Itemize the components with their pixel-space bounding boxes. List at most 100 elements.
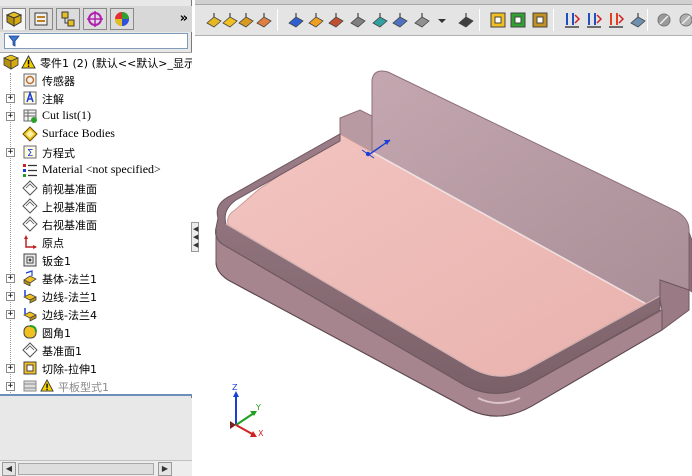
origin-icon bbox=[24, 235, 37, 249]
insert-bends-icon[interactable] bbox=[677, 11, 692, 29]
panel-tab-bar: » bbox=[0, 6, 192, 32]
hem-icon[interactable] bbox=[327, 11, 345, 29]
plane-icon bbox=[22, 342, 38, 358]
reference-triad: Z Y X bbox=[222, 383, 272, 439]
expand-toggle[interactable]: + bbox=[6, 364, 15, 373]
y-axis-label: Y bbox=[256, 403, 261, 412]
tree-item[interactable]: 原点 bbox=[0, 233, 192, 251]
extruded-cut-icon[interactable] bbox=[489, 11, 507, 29]
x-axis-label: X bbox=[258, 429, 264, 438]
sheet-metal-icon bbox=[23, 253, 37, 267]
vent-icon[interactable] bbox=[531, 11, 549, 29]
dimxpert-icon bbox=[87, 11, 103, 27]
miter-flange-icon[interactable] bbox=[307, 11, 325, 29]
propertymanager-tab[interactable] bbox=[29, 8, 53, 30]
featuremanager-icon bbox=[5, 11, 23, 27]
tree-item-label: Surface Bodies bbox=[42, 126, 115, 140]
tree-item-label: 注解 bbox=[42, 93, 64, 106]
feature-manager-panel: » 零件1 (2) (默认<<默认>_显示 传感器 + 注解 + Cut list(1)… bbox=[0, 0, 192, 476]
tree-filter-input[interactable] bbox=[4, 33, 188, 49]
expand-toggle[interactable]: + bbox=[6, 112, 15, 121]
horizontal-scrollbar[interactable]: ◀ ▶ bbox=[0, 460, 192, 476]
sheet-metal-tray-model[interactable] bbox=[200, 37, 692, 476]
edge-flange-icon bbox=[23, 308, 37, 322]
tree-root-part[interactable]: 零件1 (2) (默认<<默认>_显示 bbox=[0, 53, 192, 71]
tree-item[interactable]: Surface Bodies bbox=[0, 125, 192, 143]
tree-item[interactable]: 圆角1 bbox=[0, 323, 192, 341]
rip-icon[interactable] bbox=[655, 11, 673, 29]
panel-collapse-handle[interactable]: ◀ ◀ ◀ bbox=[191, 222, 199, 252]
tree-item[interactable]: 传感器 bbox=[0, 71, 192, 89]
warning-icon bbox=[21, 55, 36, 69]
more-tabs-button[interactable]: » bbox=[180, 11, 188, 26]
forming-tool-icon[interactable] bbox=[457, 11, 475, 29]
display-manager-tab[interactable] bbox=[110, 8, 134, 30]
unfold-icon[interactable] bbox=[563, 11, 581, 29]
no-bends-icon[interactable] bbox=[629, 11, 647, 29]
cross-break-icon[interactable] bbox=[391, 11, 409, 29]
tree-item-label: 前视基准面 bbox=[42, 183, 97, 196]
dimxpert-tab[interactable] bbox=[83, 8, 107, 30]
lofted-bend-icon[interactable] bbox=[255, 11, 273, 29]
tree-item-label: 边线-法兰4 bbox=[42, 309, 97, 322]
tree-item[interactable]: Material <not specified> bbox=[0, 161, 192, 179]
expand-toggle[interactable]: + bbox=[6, 382, 15, 391]
tree-item-label: 基准面1 bbox=[42, 345, 82, 358]
scroll-right-icon[interactable]: ▶ bbox=[158, 462, 172, 476]
tree-item[interactable]: 前视基准面 bbox=[0, 179, 192, 197]
configurationmanager-icon bbox=[61, 11, 75, 27]
flatten-icon[interactable] bbox=[607, 11, 625, 29]
jog-icon[interactable] bbox=[349, 11, 367, 29]
simple-hole-icon[interactable] bbox=[509, 11, 527, 29]
edge-flange-icon[interactable] bbox=[287, 11, 305, 29]
tree-item-label: Material <not specified> bbox=[42, 162, 161, 176]
tree-item-label: 原点 bbox=[42, 237, 64, 250]
cut-extrude-icon bbox=[23, 361, 37, 375]
tree-item-label: 边线-法兰1 bbox=[42, 291, 97, 304]
scroll-thumb[interactable] bbox=[18, 463, 154, 475]
tree-item-label: 圆角1 bbox=[42, 327, 71, 340]
sketched-bend-icon[interactable] bbox=[371, 11, 389, 29]
tree-item-label: 右视基准面 bbox=[42, 219, 97, 232]
feature-tree: 零件1 (2) (默认<<默认>_显示 传感器 + 注解 + Cut list(1) Su… bbox=[0, 52, 192, 396]
fold-icon[interactable] bbox=[585, 11, 603, 29]
toolbar-top-strip bbox=[195, 0, 692, 5]
tree-item[interactable]: + 平板型式1 bbox=[0, 377, 192, 394]
tree-item[interactable]: + 注解 bbox=[0, 89, 192, 107]
tree-item[interactable]: 基准面1 bbox=[0, 341, 192, 359]
tree-item[interactable]: 上视基准面 bbox=[0, 197, 192, 215]
convert-to-sheet-metal-icon[interactable] bbox=[237, 11, 255, 29]
toolbar-separator bbox=[553, 9, 554, 31]
expand-toggle[interactable]: + bbox=[6, 148, 15, 157]
tree-item[interactable]: + 边线-法兰4 bbox=[0, 305, 192, 323]
svg-text:Σ: Σ bbox=[27, 148, 33, 159]
expand-toggle[interactable]: + bbox=[6, 292, 15, 301]
tree-root-label: 零件1 (2) (默认<<默认>_显示 bbox=[40, 57, 192, 70]
edge-flange-icon bbox=[23, 290, 37, 304]
corner-dropdown-icon[interactable] bbox=[433, 11, 451, 29]
graphics-viewport[interactable]: Z Y X bbox=[200, 37, 692, 476]
cut-list-icon bbox=[23, 109, 37, 123]
expand-toggle[interactable]: + bbox=[6, 274, 15, 283]
scroll-left-button[interactable]: ◀ bbox=[2, 462, 16, 476]
tree-item[interactable]: 右视基准面 bbox=[0, 215, 192, 233]
tree-item[interactable]: + Cut list(1) bbox=[0, 107, 192, 125]
expand-toggle[interactable]: + bbox=[6, 310, 15, 319]
tree-item-label: 基体-法兰1 bbox=[42, 273, 97, 286]
tree-item[interactable]: + 边线-法兰1 bbox=[0, 287, 192, 305]
base-flange-icon bbox=[23, 270, 37, 286]
tree-item[interactable]: 钣金1 bbox=[0, 251, 192, 269]
expand-toggle[interactable]: + bbox=[6, 94, 15, 103]
sheet-metal-toolbar bbox=[195, 0, 692, 36]
tree-item-label: 方程式 bbox=[42, 147, 75, 160]
closed-corner-icon[interactable] bbox=[413, 11, 431, 29]
propertymanager-icon bbox=[34, 12, 48, 26]
featuremanager-tab[interactable] bbox=[2, 8, 26, 30]
tree-item[interactable]: + 切除-拉伸1 bbox=[0, 359, 192, 377]
tree-item[interactable]: + 基体-法兰1 bbox=[0, 269, 192, 287]
tree-item[interactable]: + Σ 方程式 bbox=[0, 143, 192, 161]
fillet-icon bbox=[23, 325, 37, 339]
plane-icon bbox=[22, 180, 38, 196]
configurationmanager-tab[interactable] bbox=[56, 8, 80, 30]
tree-item-label: 上视基准面 bbox=[42, 201, 97, 214]
